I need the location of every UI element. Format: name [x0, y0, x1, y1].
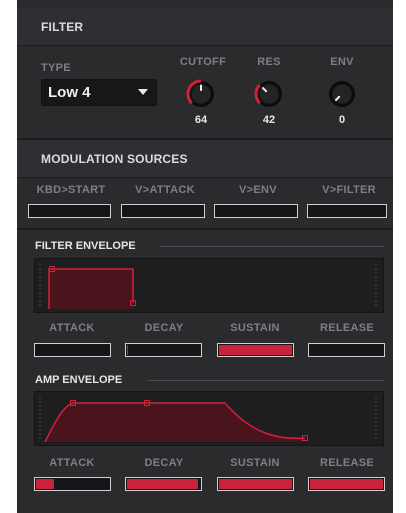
mod-source-slider-kbd-start[interactable] — [28, 204, 111, 218]
amp-env-attack-label: ATTACK — [49, 457, 95, 469]
amp-env-decay-slider[interactable] — [125, 477, 202, 491]
amp-env-sustain-label: SUSTAIN — [230, 457, 280, 469]
filter-title: FILTER — [41, 19, 84, 34]
amp-env-release-slider[interactable] — [308, 477, 385, 491]
envelope-fill — [49, 269, 133, 309]
env-label: ENV — [330, 56, 354, 68]
slider-fill — [219, 479, 292, 489]
slider-fill — [36, 479, 54, 489]
filter-envelope-title: FILTER ENVELOPE — [35, 240, 136, 252]
amp-envelope-display[interactable] — [34, 391, 384, 446]
res-value: 42 — [262, 114, 276, 126]
cutoff-knob[interactable] — [185, 78, 217, 110]
envelope-fill — [45, 403, 305, 442]
mod-source-label-v-env: V>ENV — [239, 184, 277, 196]
filter-env-release-label: RELEASE — [319, 322, 375, 334]
chevron-down-icon — [138, 89, 148, 95]
slider-fill — [127, 479, 198, 489]
filter-envelope-graph — [39, 264, 377, 309]
filter-panel: FILTER TYPE Low 4 CUTOFF RES ENV 64 42 0… — [17, 0, 393, 513]
slider-fill — [219, 345, 292, 355]
filter-env-sustain-slider[interactable] — [217, 343, 294, 357]
mod-source-slider-v-filter[interactable] — [307, 204, 387, 218]
modulation-title: MODULATION SOURCES — [41, 151, 188, 166]
filter-env-decay-slider[interactable] — [125, 343, 202, 357]
mod-source-label-v-attack: V>ATTACK — [135, 184, 195, 196]
section-divider — [17, 228, 393, 230]
cutoff-label: CUTOFF — [179, 56, 227, 68]
slider-fill — [127, 345, 128, 355]
env-knob[interactable] — [326, 78, 358, 110]
filter-env-decay-label: DECAY — [144, 322, 184, 334]
filter-type-value: Low 4 — [48, 84, 91, 101]
env-value: 0 — [338, 114, 346, 126]
amp-env-release-label: RELEASE — [319, 457, 375, 469]
amp-env-sustain-slider[interactable] — [217, 477, 294, 491]
filter-section-header: FILTER — [17, 8, 393, 46]
slider-fill — [310, 479, 383, 489]
filter-env-attack-slider[interactable] — [34, 343, 111, 357]
cutoff-value: 64 — [194, 114, 208, 126]
res-knob[interactable] — [253, 78, 285, 110]
mod-source-label-kbd-start: KBD>START — [36, 184, 106, 196]
type-label: TYPE — [41, 62, 71, 74]
filter-env-release-slider[interactable] — [308, 343, 385, 357]
amp-envelope-title: AMP ENVELOPE — [35, 374, 123, 386]
mod-source-slider-v-attack[interactable] — [121, 204, 205, 218]
mod-source-label-v-filter: V>FILTER — [322, 184, 376, 196]
amp-env-attack-slider[interactable] — [34, 477, 111, 491]
filter-type-select[interactable]: Low 4 — [41, 79, 157, 106]
filter-envelope-display[interactable] — [34, 258, 384, 313]
filter-env-sustain-label: SUSTAIN — [230, 322, 280, 334]
mod-source-slider-v-env[interactable] — [214, 204, 298, 218]
title-rule — [147, 380, 384, 381]
amp-envelope-graph — [39, 397, 377, 443]
modulation-section-header: MODULATION SOURCES — [17, 140, 393, 178]
title-rule — [159, 246, 384, 247]
amp-env-decay-label: DECAY — [144, 457, 184, 469]
res-label: RES — [257, 56, 281, 68]
filter-env-attack-label: ATTACK — [49, 322, 95, 334]
